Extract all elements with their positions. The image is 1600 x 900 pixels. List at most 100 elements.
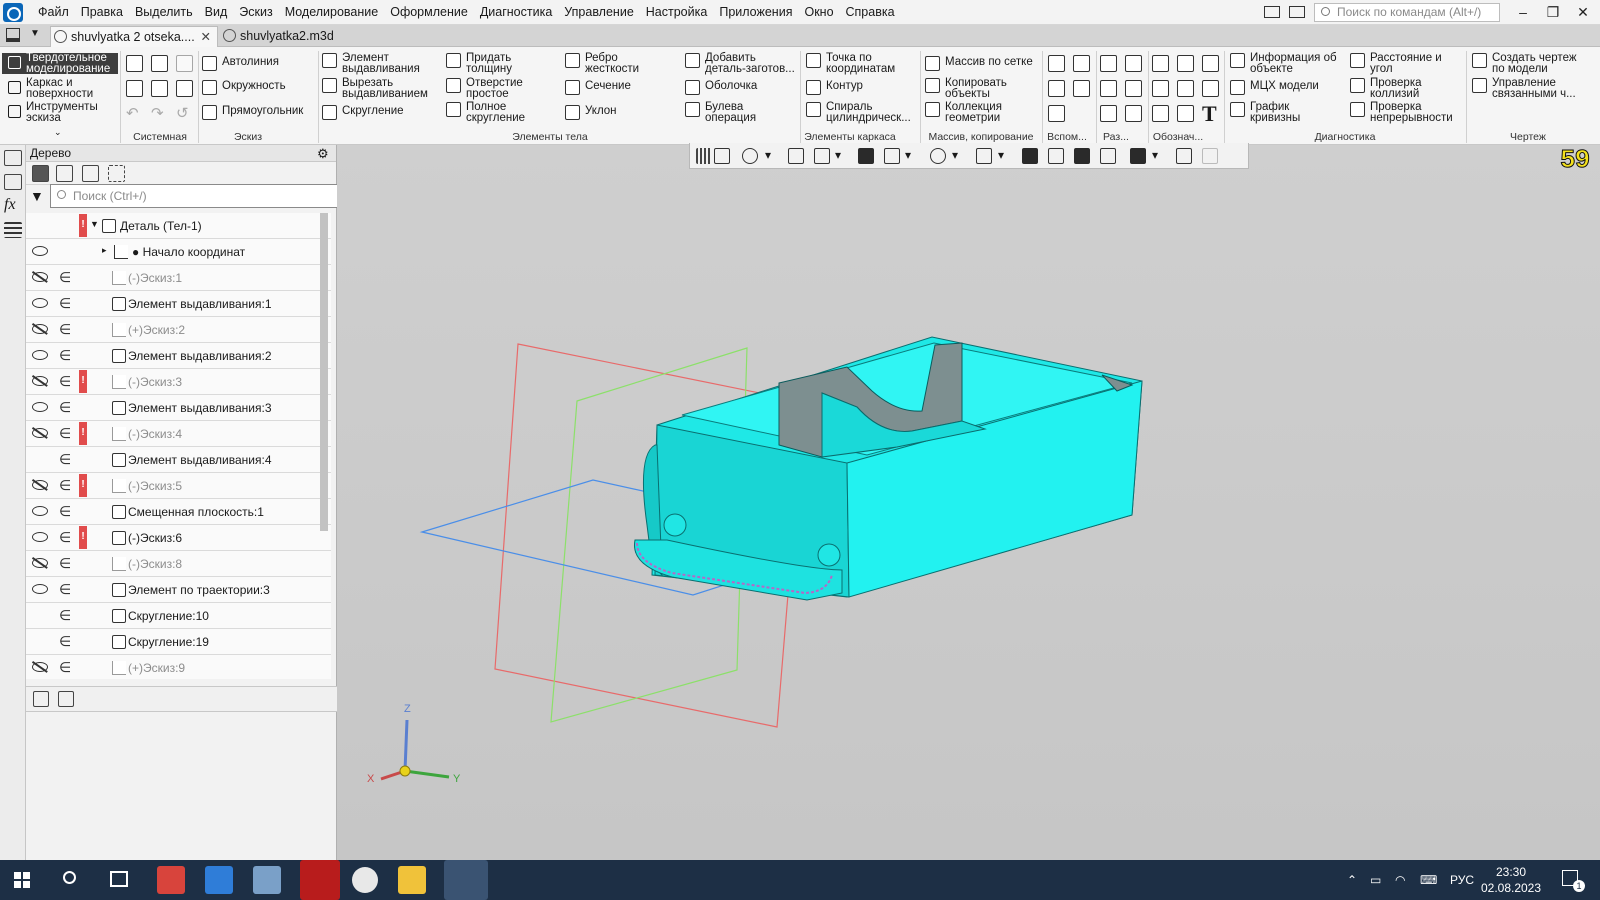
- visibility-eye-icon[interactable]: [32, 662, 48, 672]
- tree-history-icon[interactable]: [56, 165, 73, 182]
- simple-hole-button[interactable]: Отверстие простое: [446, 77, 523, 100]
- app-network-icon[interactable]: [253, 866, 281, 894]
- autoline-button[interactable]: Автолиния: [202, 56, 279, 71]
- visibility-eye-icon[interactable]: [32, 480, 48, 490]
- relation-icon[interactable]: ∈: [59, 451, 71, 468]
- minimize-button[interactable]: –: [1508, 0, 1538, 25]
- notation-3-icon[interactable]: [1202, 55, 1219, 72]
- visibility-eye-icon[interactable]: [32, 246, 48, 256]
- thicken-button[interactable]: Придать толщину: [446, 52, 512, 75]
- wireframe-view-icon[interactable]: [884, 148, 900, 164]
- mode-wireframe[interactable]: Каркас и поверхности: [2, 77, 118, 99]
- app-pc-icon[interactable]: [205, 866, 233, 894]
- tree-row[interactable]: ∈ Элемент по траектории:3: [26, 577, 331, 603]
- tree-row[interactable]: ∈! (-)Эскиз:6: [26, 525, 331, 551]
- open-file-icon[interactable]: [151, 55, 168, 72]
- zoom-icon[interactable]: [742, 148, 758, 164]
- section-view-icon[interactable]: [1022, 148, 1038, 164]
- edit-tool-icon[interactable]: [1125, 105, 1142, 122]
- relation-icon[interactable]: ∈: [59, 425, 71, 442]
- contour-button[interactable]: Контур: [806, 80, 863, 95]
- visibility-eye-icon[interactable]: [32, 532, 48, 542]
- camera-icon[interactable]: [976, 148, 992, 164]
- point-by-coords-button[interactable]: Точка по координатам: [806, 52, 895, 75]
- pen-icon[interactable]: [1202, 148, 1218, 164]
- tree-groups-icon[interactable]: [82, 165, 99, 182]
- menu-item[interactable]: Окно: [798, 0, 839, 25]
- grid-array-button[interactable]: Массив по сетке: [925, 56, 1033, 71]
- relation-icon[interactable]: ∈: [59, 529, 71, 546]
- menu-item[interactable]: Выделить: [129, 0, 199, 25]
- full-fillet-button[interactable]: Полное скругление: [446, 101, 525, 124]
- tree-select-icon[interactable]: [108, 165, 125, 182]
- tree-row[interactable]: ∈ (+)Эскиз:2: [26, 317, 331, 343]
- relation-icon[interactable]: ∈: [59, 607, 71, 624]
- tree-row[interactable]: ∈ Элемент выдавливания:1: [26, 291, 331, 317]
- battery-icon[interactable]: ▭: [1370, 860, 1381, 900]
- tray-chevron-icon[interactable]: ⌃: [1347, 860, 1357, 900]
- section-button[interactable]: Сечение: [565, 80, 631, 95]
- tree-row[interactable]: ∈! (-)Эскиз:3: [26, 369, 331, 395]
- tree-row[interactable]: ! ▼ Деталь (Тел-1): [26, 213, 331, 239]
- tree-row[interactable]: ∈ Элемент выдавливания:2: [26, 343, 331, 369]
- repeat-icon[interactable]: ↺: [176, 104, 189, 122]
- tree-scrollbar[interactable]: [320, 213, 328, 531]
- relation-icon[interactable]: ∈: [59, 295, 71, 312]
- tree-row[interactable]: ∈ Элемент выдавливания:3: [26, 395, 331, 421]
- relation-icon[interactable]: ∈: [59, 269, 71, 286]
- measure-tool-icon[interactable]: [1100, 80, 1117, 97]
- menu-item[interactable]: Файл: [32, 0, 75, 25]
- circle-button[interactable]: Окружность: [202, 80, 286, 95]
- notation-7-icon[interactable]: [1152, 105, 1169, 122]
- snap-icon[interactable]: [1176, 148, 1192, 164]
- rectangle-button[interactable]: Прямоугольник: [202, 105, 303, 120]
- view-orient-icon[interactable]: [714, 148, 730, 164]
- visibility-eye-icon[interactable]: [32, 272, 48, 282]
- aux-cs-icon[interactable]: [1073, 80, 1090, 97]
- redo-icon[interactable]: ↷: [151, 104, 164, 122]
- relation-icon[interactable]: ∈: [59, 659, 71, 676]
- keyboard-icon[interactable]: ⌨: [1420, 860, 1437, 900]
- 3d-viewport[interactable]: Z Y X: [337, 145, 1600, 860]
- object-info-button[interactable]: Информация об объекте: [1230, 52, 1337, 75]
- filter-dropdown-icon[interactable]: ▾: [1152, 148, 1168, 164]
- split-tool-icon[interactable]: [1125, 80, 1142, 97]
- layout-tool-icon[interactable]: [1100, 55, 1117, 72]
- aux-line-icon[interactable]: [1048, 105, 1065, 122]
- shaded-view-icon[interactable]: [858, 148, 874, 164]
- tree-row[interactable]: ∈ Скругление:10: [26, 603, 331, 629]
- restore-button[interactable]: ❐: [1538, 0, 1568, 25]
- fillet-button[interactable]: Скругление: [322, 105, 404, 120]
- notation-6-icon[interactable]: [1202, 80, 1219, 97]
- zoom-dropdown-icon[interactable]: ▾: [765, 148, 781, 164]
- panel-settings-icon[interactable]: ⚙: [317, 146, 329, 162]
- pan-icon[interactable]: [788, 148, 804, 164]
- toolbar-handle-icon[interactable]: [696, 148, 712, 164]
- expand-modes-icon[interactable]: ⌄: [54, 127, 62, 138]
- home-icon[interactable]: [6, 28, 20, 42]
- relation-icon[interactable]: ∈: [59, 581, 71, 598]
- tree-view-icon[interactable]: [33, 691, 49, 707]
- visibility-eye-icon[interactable]: [32, 584, 48, 594]
- visibility-eye-icon[interactable]: [32, 402, 48, 412]
- layer-view-icon[interactable]: [1048, 148, 1064, 164]
- tree-row[interactable]: ∈ (-)Эскиз:1: [26, 265, 331, 291]
- wifi-icon[interactable]: ◠: [1395, 860, 1405, 900]
- visibility-eye-icon[interactable]: [32, 506, 48, 516]
- file-explorer-icon[interactable]: [398, 866, 426, 894]
- relation-icon[interactable]: ∈: [59, 347, 71, 364]
- tree-row[interactable]: ∈ (-)Эскиз:8: [26, 551, 331, 577]
- language-indicator[interactable]: РУС: [1450, 860, 1474, 900]
- menu-item[interactable]: Приложения: [713, 0, 798, 25]
- notation-8-icon[interactable]: [1177, 105, 1194, 122]
- notation-1-icon[interactable]: [1152, 55, 1169, 72]
- print-icon[interactable]: [126, 80, 143, 97]
- variables-panel-icon[interactable]: fx: [4, 197, 22, 214]
- display-dropdown-icon[interactable]: ▾: [905, 148, 921, 164]
- visibility-dropdown-icon[interactable]: ▾: [952, 148, 968, 164]
- geometry-collection-button[interactable]: Коллекция геометрии: [925, 101, 1002, 124]
- relation-icon[interactable]: ∈: [59, 399, 71, 416]
- visibility-icon[interactable]: [930, 148, 946, 164]
- visibility-eye-icon[interactable]: [32, 428, 48, 438]
- yandex-browser-icon[interactable]: [352, 867, 378, 893]
